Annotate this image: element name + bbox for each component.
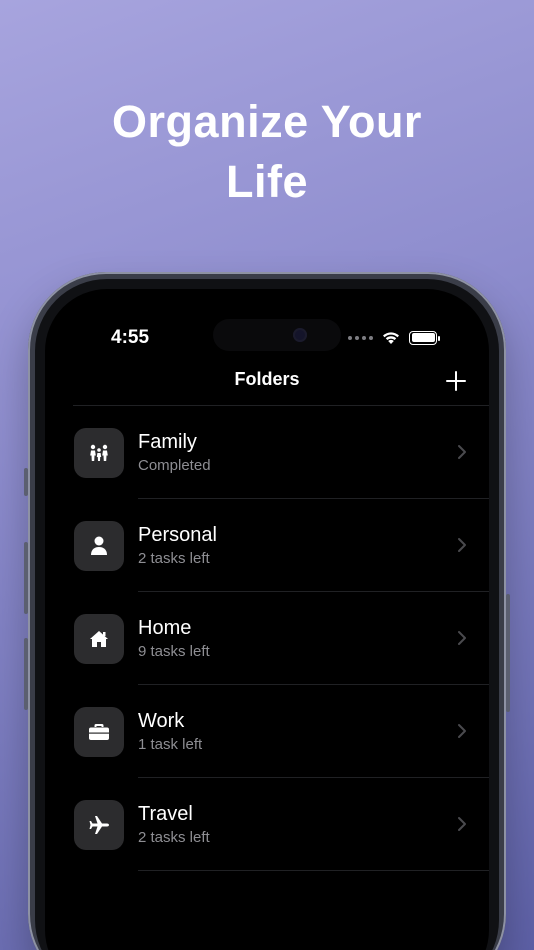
airplane-icon — [89, 816, 109, 834]
status-indicators — [348, 330, 440, 345]
folder-status: 2 tasks left — [138, 829, 210, 846]
power-button — [506, 594, 510, 712]
folder-title: Home — [138, 617, 192, 639]
family-icon — [90, 444, 108, 461]
folder-icon-tile — [74, 428, 124, 478]
phone-bezel: 4:55 Folders Family Completed Personal 2… — [35, 279, 499, 950]
action-button — [24, 468, 28, 496]
volume-down-button — [24, 638, 28, 710]
marketing-headline: Organize Your Life — [0, 92, 534, 212]
folder-icon-tile — [74, 800, 124, 850]
folder-row-family[interactable]: Family Completed — [45, 406, 489, 499]
folder-status: 9 tasks left — [138, 643, 210, 660]
chevron-right-icon — [458, 724, 466, 738]
chevron-right-icon — [458, 631, 466, 645]
page-title: Folders — [234, 369, 300, 389]
folder-icon-tile — [74, 707, 124, 757]
person-icon — [91, 536, 107, 555]
row-divider — [138, 870, 489, 871]
volume-up-button — [24, 542, 28, 614]
folder-row-home[interactable]: Home 9 tasks left — [45, 592, 489, 685]
headline-line-2: Life — [225, 156, 308, 207]
camera-icon — [293, 328, 307, 342]
dynamic-island — [213, 319, 341, 351]
chevron-right-icon — [458, 445, 466, 459]
status-time: 4:55 — [111, 327, 150, 348]
house-icon — [90, 631, 108, 647]
folder-icon-tile — [74, 521, 124, 571]
wifi-icon — [383, 332, 399, 344]
folder-status: 2 tasks left — [138, 550, 210, 567]
battery-icon — [409, 330, 440, 345]
cellular-signal-icon — [348, 335, 373, 340]
folder-status: Completed — [138, 457, 211, 474]
add-folder-button[interactable] — [445, 370, 467, 392]
folder-row-travel[interactable]: Travel 2 tasks left — [45, 778, 489, 871]
folder-title: Family — [138, 431, 197, 453]
folder-list: Family Completed Personal 2 tasks left H… — [45, 406, 489, 871]
folder-icon-tile — [74, 614, 124, 664]
headline-line-1: Organize Your — [112, 96, 422, 147]
folder-title: Travel — [138, 803, 193, 825]
folder-row-work[interactable]: Work 1 task left — [45, 685, 489, 778]
chevron-right-icon — [458, 538, 466, 552]
chevron-right-icon — [458, 817, 466, 831]
folder-row-personal[interactable]: Personal 2 tasks left — [45, 499, 489, 592]
folder-title: Work — [138, 710, 185, 732]
phone-frame: 4:55 Folders Family Completed Personal 2… — [24, 272, 510, 950]
folder-status: 1 task left — [138, 736, 203, 753]
folder-title: Personal — [138, 524, 217, 546]
phone-screen: 4:55 Folders Family Completed Personal 2… — [45, 289, 489, 950]
briefcase-icon — [89, 724, 109, 740]
